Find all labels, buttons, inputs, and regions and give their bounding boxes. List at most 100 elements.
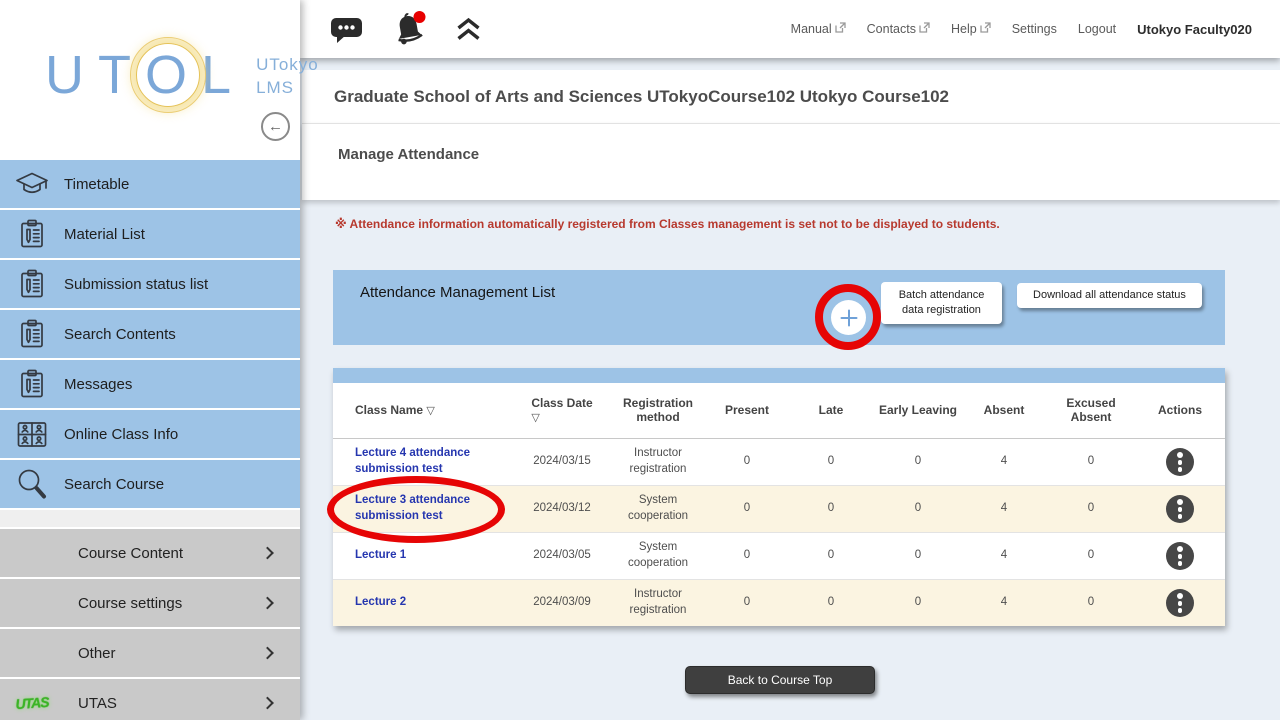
- back-to-course-top-button[interactable]: Back to Course Top: [685, 666, 875, 694]
- absent-cell: 4: [961, 485, 1047, 532]
- kebab-dot: [1178, 561, 1183, 566]
- column-header-present: Present: [707, 383, 787, 438]
- excused-absent-cell: 0: [1047, 438, 1135, 485]
- topbar-icons: [330, 10, 482, 48]
- early-leaving-cell: 0: [875, 485, 961, 532]
- kebab-dot: [1178, 460, 1183, 465]
- sidebar-group-label: UTAS: [78, 695, 117, 712]
- attendance-panel: Attendance Management List Batch attenda…: [333, 270, 1225, 345]
- topbar-link-label: Help: [951, 22, 977, 36]
- row-actions-button[interactable]: [1166, 589, 1194, 617]
- sidebar-group-other[interactable]: Other: [0, 629, 300, 677]
- topbar-link-help[interactable]: Help: [951, 22, 991, 36]
- sidebar-item-submission-status-list[interactable]: Submission status list: [0, 260, 300, 308]
- graduation-cap-icon: [0, 170, 64, 198]
- attendance-notice: ※ Attendance information automatically r…: [335, 217, 1000, 231]
- chevron-right-icon: [261, 547, 274, 560]
- search-icon: [0, 468, 64, 500]
- sidebar-group-label: Other: [78, 645, 116, 662]
- logo-subtitle-line2: LMS: [256, 77, 319, 100]
- topbar-link-logout[interactable]: Logout: [1078, 22, 1116, 36]
- clipboard-icon: [0, 219, 64, 249]
- class-name-link[interactable]: Lecture 3 attendance submission test: [355, 493, 505, 524]
- column-header-class-name[interactable]: Class Name ▽: [333, 383, 515, 438]
- download-all-attendance-button[interactable]: Download all attendance status: [1017, 283, 1202, 308]
- kebab-dot: [1178, 601, 1183, 606]
- sidebar-group-course-content[interactable]: Course Content: [0, 529, 300, 577]
- sidebar-item-timetable[interactable]: Timetable: [0, 160, 300, 208]
- sort-icon[interactable]: ▽: [531, 411, 539, 424]
- panel-title: Attendance Management List: [360, 284, 555, 301]
- absent-cell: 4: [961, 438, 1047, 485]
- topbar-link-label: Settings: [1012, 22, 1057, 36]
- class-name-link[interactable]: Lecture 1: [355, 548, 406, 564]
- topbar-link-manual[interactable]: Manual: [791, 22, 846, 36]
- external-link-icon: [980, 22, 991, 36]
- column-header-late: Late: [787, 383, 875, 438]
- chat-bubble-icon[interactable]: [330, 16, 363, 43]
- chevron-right-icon: [261, 647, 274, 660]
- row-actions-button[interactable]: [1166, 495, 1194, 523]
- course-header: Graduate School of Arts and Sciences UTo…: [302, 70, 1280, 123]
- column-header-class-date[interactable]: Class Date ▽: [515, 383, 609, 438]
- sidebar-item-messages[interactable]: Messages: [0, 360, 300, 408]
- external-link-icon: [835, 22, 846, 36]
- early-leaving-cell: 0: [875, 438, 961, 485]
- chevron-right-icon: [261, 597, 274, 610]
- sidebar-item-label: Material List: [64, 226, 145, 243]
- kebab-dot: [1177, 593, 1183, 599]
- row-actions-button[interactable]: [1166, 542, 1194, 570]
- class-name-link[interactable]: Lecture 2: [355, 595, 406, 611]
- table-top-accent-bar: [333, 368, 1225, 383]
- kebab-dot: [1178, 467, 1183, 472]
- chevron-right-icon: [261, 697, 274, 710]
- arrow-left-icon: ←: [268, 118, 283, 135]
- sidebar-item-search-course[interactable]: Search Course: [0, 460, 300, 508]
- absent-cell: 4: [961, 532, 1047, 579]
- present-cell: 0: [707, 438, 787, 485]
- sidebar-divider: [0, 510, 300, 527]
- row-actions-button[interactable]: [1166, 448, 1194, 476]
- sidebar-item-label: Submission status list: [64, 276, 208, 293]
- topbar-link-settings[interactable]: Settings: [1012, 22, 1057, 36]
- page-title: Manage Attendance: [338, 146, 1280, 163]
- external-link-icon: [919, 22, 930, 36]
- column-header-excused-absent: Excused Absent: [1047, 383, 1135, 438]
- class-name-link[interactable]: Lecture 4 attendance submission test: [355, 446, 505, 477]
- sidebar-item-label: Messages: [64, 376, 132, 393]
- kebab-dot: [1177, 546, 1183, 552]
- sidebar: U T O L UTokyo LMS ← Timetable: [0, 0, 300, 720]
- username-label: Utokyo Faculty020: [1137, 22, 1252, 37]
- present-cell: 0: [707, 579, 787, 626]
- kebab-dot: [1178, 507, 1183, 512]
- sidebar-item-online-class-info[interactable]: Online Class Info: [0, 410, 300, 458]
- plus-icon: [839, 308, 859, 328]
- table-row: Lecture 3 attendance submission test 202…: [333, 485, 1225, 532]
- sidebar-collapse-button[interactable]: ←: [261, 112, 290, 141]
- kebab-dot: [1178, 514, 1183, 519]
- topbar-link-contacts[interactable]: Contacts: [867, 22, 930, 36]
- kebab-dot: [1178, 608, 1183, 613]
- clipboard-icon: [0, 269, 64, 299]
- logo-area: U T O L UTokyo LMS ←: [0, 0, 300, 160]
- utol-logo-subtitle: UTokyo LMS: [256, 54, 319, 100]
- early-leaving-cell: 0: [875, 579, 961, 626]
- notification-bell-icon[interactable]: [389, 10, 429, 48]
- double-chevron-up-icon[interactable]: [455, 17, 482, 42]
- sort-icon[interactable]: ▽: [426, 404, 434, 417]
- class-date-cell: 2024/03/12: [515, 485, 609, 532]
- sidebar-item-label: Online Class Info: [64, 426, 178, 443]
- add-attendance-button[interactable]: [831, 300, 866, 335]
- batch-attendance-registration-button[interactable]: Batch attendance data registration: [881, 282, 1002, 324]
- kebab-dot: [1177, 499, 1183, 505]
- sidebar-group-course-settings[interactable]: Course settings: [0, 579, 300, 627]
- sidebar-item-label: Timetable: [64, 176, 129, 193]
- sidebar-item-material-list[interactable]: Material List: [0, 210, 300, 258]
- table-row: Lecture 1 2024/03/05 System cooperation …: [333, 532, 1225, 579]
- clipboard-icon: [0, 369, 64, 399]
- kebab-dot: [1178, 554, 1183, 559]
- absent-cell: 4: [961, 579, 1047, 626]
- attendance-table: Class Name ▽ Class Date ▽ Registration m…: [333, 368, 1225, 626]
- sidebar-item-search-contents[interactable]: Search Contents: [0, 310, 300, 358]
- sidebar-group-utas[interactable]: UTAS UTAS: [0, 679, 300, 720]
